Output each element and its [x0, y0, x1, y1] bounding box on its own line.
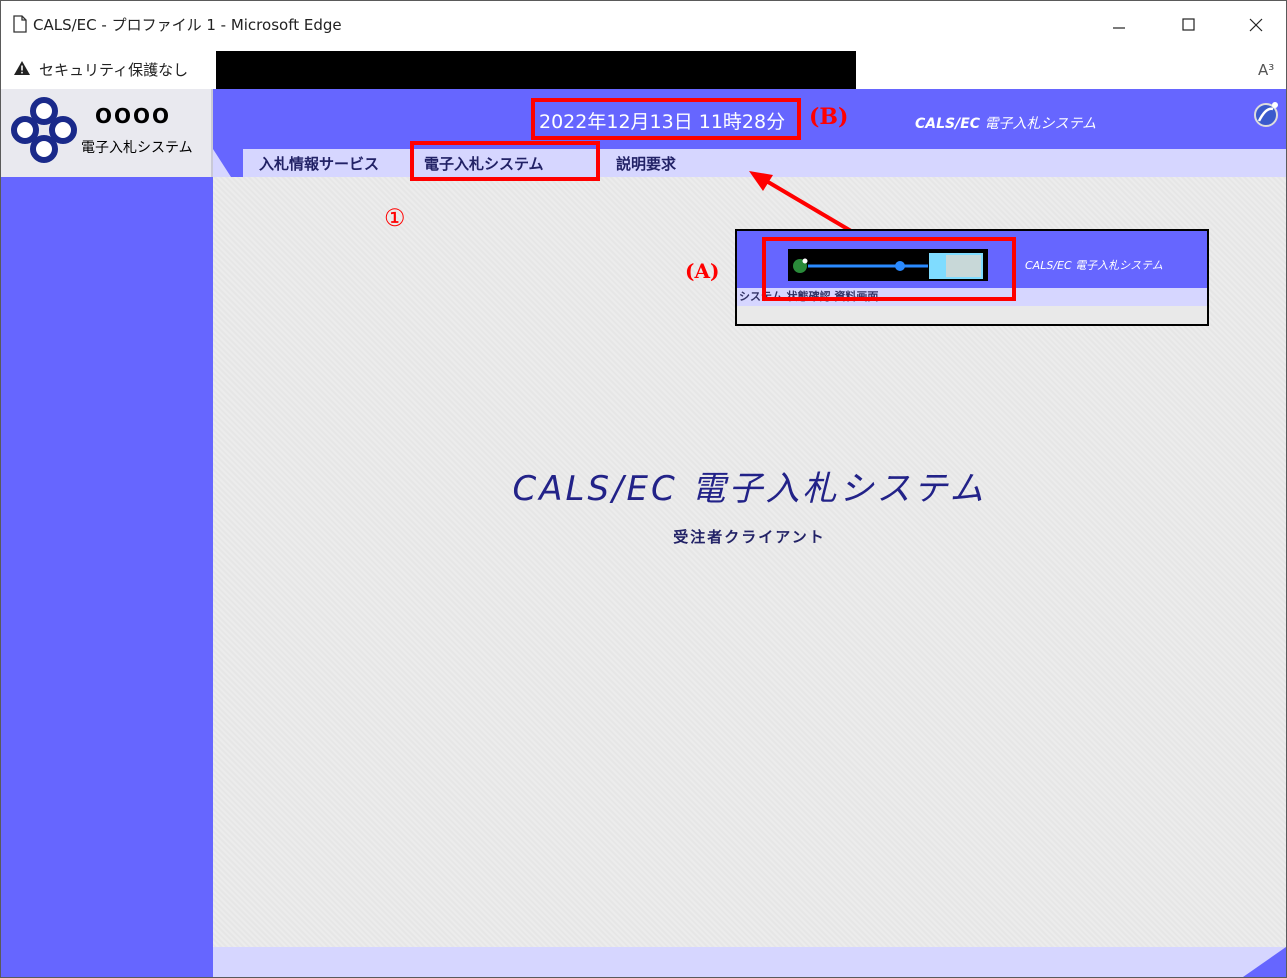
title-bar: CALS/EC - プロファイル 1 - Microsoft Edge: [1, 1, 1286, 51]
system-subtitle: 受注者クライアント: [673, 528, 826, 546]
read-aloud-icon[interactable]: A³: [1258, 61, 1274, 79]
footer-band: [213, 947, 1286, 977]
logo-title: OOOO: [95, 104, 172, 128]
tab-bid-info-service[interactable]: 入札情報サービス: [259, 153, 379, 174]
page-icon: [13, 15, 27, 33]
globe-icon: [1254, 102, 1278, 127]
logo-subtitle: 電子入札システム: [81, 140, 193, 156]
security-status[interactable]: セキュリティ保護なし: [39, 59, 188, 80]
window-title: CALS/EC - プロファイル 1 - Microsoft Edge: [33, 16, 342, 34]
minimize-icon[interactable]: [1101, 11, 1137, 39]
address-bar: セキュリティ保護なし A³: [1, 51, 1286, 91]
tab-highlight: [410, 141, 600, 181]
inset-brand: CALS/EC 電子入札システム: [1025, 259, 1163, 272]
annotation-label-1: ①: [384, 204, 406, 232]
progress-highlight: [762, 237, 1016, 301]
brand-prefix: CALS/EC: [915, 116, 981, 132]
datetime-highlight: [531, 98, 801, 140]
maximize-icon[interactable]: [1171, 11, 1207, 39]
header-brand: CALS/EC 電子入札システム: [915, 113, 1096, 133]
tab-explanation-request[interactable]: 説明要求: [616, 153, 676, 174]
close-icon[interactable]: [1238, 11, 1274, 39]
brand-suffix: 電子入札システム: [980, 116, 1097, 132]
page-content: OOOO 電子入札システム 2022年12月13日 11時28分 CALS/EC…: [1, 89, 1286, 977]
logo-box: OOOO 電子入札システム: [1, 89, 213, 177]
url-field[interactable]: [216, 51, 856, 91]
left-panel: OOOO 電子入札システム: [1, 89, 213, 977]
annotation-label-a: (A): [685, 259, 720, 283]
system-title: CALS/EC 電子入札システム: [512, 469, 987, 509]
tab-slant: [213, 149, 243, 177]
browser-window: CALS/EC - プロファイル 1 - Microsoft Edge セキュリ…: [0, 0, 1287, 978]
logo-icon: [11, 97, 77, 163]
footer-slant: [1243, 947, 1286, 977]
warning-icon: [14, 61, 30, 75]
annotation-label-b: (B): [809, 104, 849, 130]
